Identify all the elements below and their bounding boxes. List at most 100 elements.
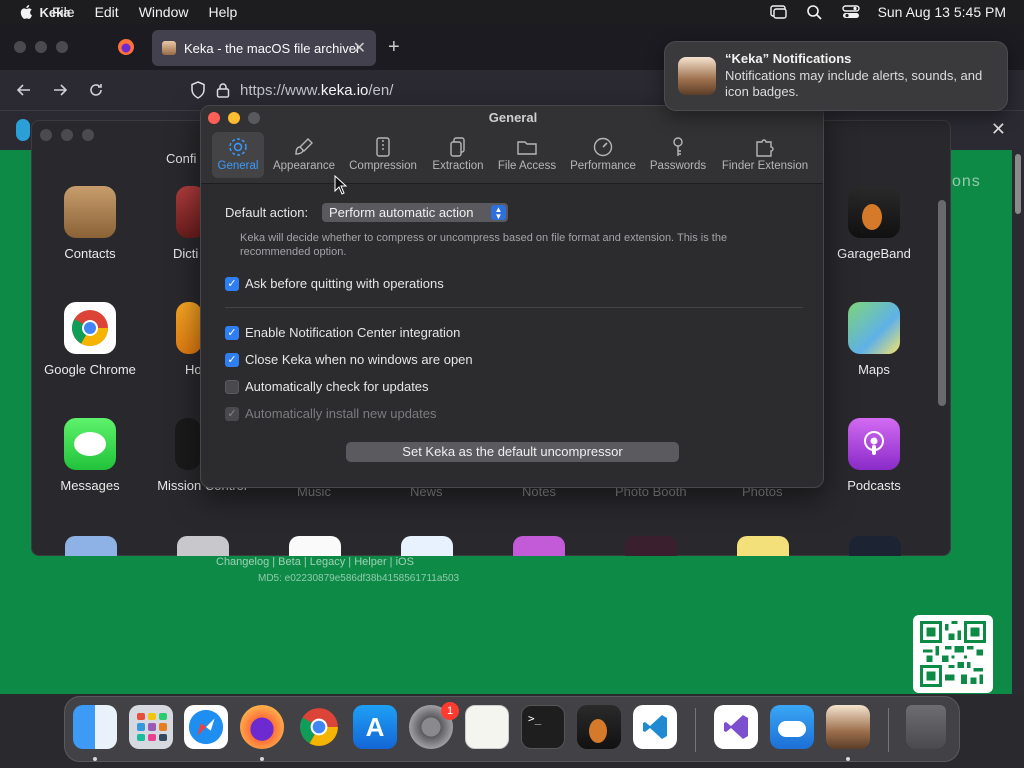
app-garageband[interactable]: GarageBand [819,186,929,261]
panel-minimize-dot[interactable] [61,129,73,141]
menu-app-name[interactable]: Keka [0,5,110,20]
menu-help[interactable]: Help [208,4,237,20]
trash-icon[interactable] [906,705,946,749]
keka-favicon-icon [162,41,176,55]
key-icon [673,137,683,156]
tab-close-icon[interactable]: ✕ [353,38,366,58]
tab-performance[interactable]: Performance [567,132,639,178]
compression-icon [376,137,390,157]
tab-label: Finder Extension [721,160,809,172]
tab-appearance[interactable]: Appearance [270,132,338,178]
partial-app-icon [177,536,229,556]
tab-keka[interactable]: Keka - the macOS file archiver ✕ [152,30,376,66]
mouse-pointer-icon [334,175,348,195]
tracking-shield-icon[interactable] [190,81,206,99]
check-updates-checkbox[interactable]: Automatically check for updates [225,379,429,394]
app-label: Ho [185,362,202,377]
terminal-icon[interactable]: >_ [521,705,565,749]
tab-finder-extension[interactable]: Finder Extension [717,132,813,178]
control-center-icon[interactable] [841,4,860,20]
menubar-clock[interactable]: Sun Aug 13 5:45 PM [878,4,1006,20]
tab-general[interactable]: General [212,132,264,178]
notification-center-checkbox[interactable]: ✓ Enable Notification Center integration [225,325,460,340]
garageband-dock-icon[interactable] [577,705,621,749]
url-bar[interactable]: https://www. keka.io/en/ [180,75,660,105]
checkmark-icon[interactable]: ✓ [225,276,239,291]
partial-app-icon [289,536,341,556]
page-scrollbar-thumb[interactable] [1015,154,1021,214]
tab-passwords[interactable]: Passwords [647,132,709,178]
lock-icon[interactable] [216,82,230,98]
app-label: Messages [60,478,120,493]
keka-dock-icon[interactable] [826,705,870,749]
partial-app-icon [625,536,677,556]
running-indicator [93,757,97,761]
back-icon[interactable] [15,81,33,99]
safari-icon[interactable] [184,705,228,749]
web-footer-links[interactable]: Changelog | Beta | Legacy | Helper | iOS [216,556,414,568]
notification-badge: 1 [441,702,459,720]
forward-icon[interactable] [51,81,69,99]
notification-body: Notifications may include alerts, sounds… [725,68,983,99]
launchpad-icon[interactable] [129,705,173,749]
close-keka-checkbox[interactable]: ✓ Close Keka when no windows are open [225,352,473,367]
app-maps[interactable]: Maps [819,302,929,377]
tab-file-access[interactable]: File Access [495,132,559,178]
tab-label: Extraction [432,160,484,172]
extraction-icon [450,137,465,157]
app-label: Dicti [173,246,199,261]
ask-before-quitting-checkbox[interactable]: ✓ Ask before quitting with operations [225,276,444,291]
default-action-label: Default action: [225,205,309,220]
window-title: General [488,110,538,125]
vscode-icon[interactable] [633,705,677,749]
checkmark-icon: ✓ [225,406,239,421]
paintbrush-icon [295,138,313,155]
app-messages[interactable]: Messages [35,418,145,493]
new-tab-icon[interactable]: + [388,36,400,59]
screen-mirroring-icon[interactable] [769,4,788,20]
set-default-uncompressor-button[interactable]: Set Keka as the default uncompressor [346,442,679,462]
tab-extraction[interactable]: Extraction [427,132,489,178]
finder-icon[interactable] [73,705,117,749]
panel-close-dot[interactable] [40,129,52,141]
page-scrollbar[interactable] [1012,150,1024,694]
app-podcasts[interactable]: Podcasts [819,418,929,493]
chrome-dock-icon[interactable] [297,705,341,749]
browser-close-dot[interactable] [14,41,26,53]
info-bar-close-icon[interactable]: ✕ [991,119,1006,140]
puzzle-icon [756,139,774,157]
contacts-icon [64,186,116,238]
checkmark-icon[interactable]: ✓ [225,352,239,367]
visual-studio-icon[interactable] [714,705,758,749]
spotlight-search-icon[interactable] [806,4,824,20]
browser-zoom-dot[interactable] [56,41,68,53]
firefox-view-icon[interactable] [117,38,135,56]
keka-app-icon [678,57,716,95]
panel-scrollbar[interactable] [938,200,946,406]
app-store-icon[interactable]: A [353,705,397,749]
garageband-icon [848,186,900,238]
textedit-icon[interactable] [465,705,509,749]
menu-window[interactable]: Window [139,4,189,20]
browser-minimize-dot[interactable] [35,41,47,53]
maps-icon [848,302,900,354]
gear-icon [229,138,247,156]
reload-icon[interactable] [87,81,105,99]
firefox-icon[interactable] [240,705,284,749]
app-contacts[interactable]: Contacts [35,186,145,261]
default-action-hint: Keka will decide whether to compress or … [240,231,800,259]
checkmark-icon[interactable]: ✓ [225,325,239,340]
hint-line: Keka will decide whether to compress or … [240,232,728,244]
app-google-chrome[interactable]: Google Chrome [35,302,145,377]
mission-control-icon [175,418,201,470]
tab-compression[interactable]: Compression [346,132,420,178]
tab-label: File Access [497,160,557,172]
weather-icon[interactable] [770,705,814,749]
panel-zoom-dot[interactable] [82,129,94,141]
running-indicator [846,757,850,761]
tab-title: Keka - the macOS file archiver [184,40,361,56]
default-action-select[interactable]: Perform automatic action ▲ ▼ [322,203,508,222]
app-label: Podcasts [847,478,901,493]
checkbox-label: Automatically install new updates [245,406,437,421]
unchecked-box-icon[interactable] [225,379,239,394]
